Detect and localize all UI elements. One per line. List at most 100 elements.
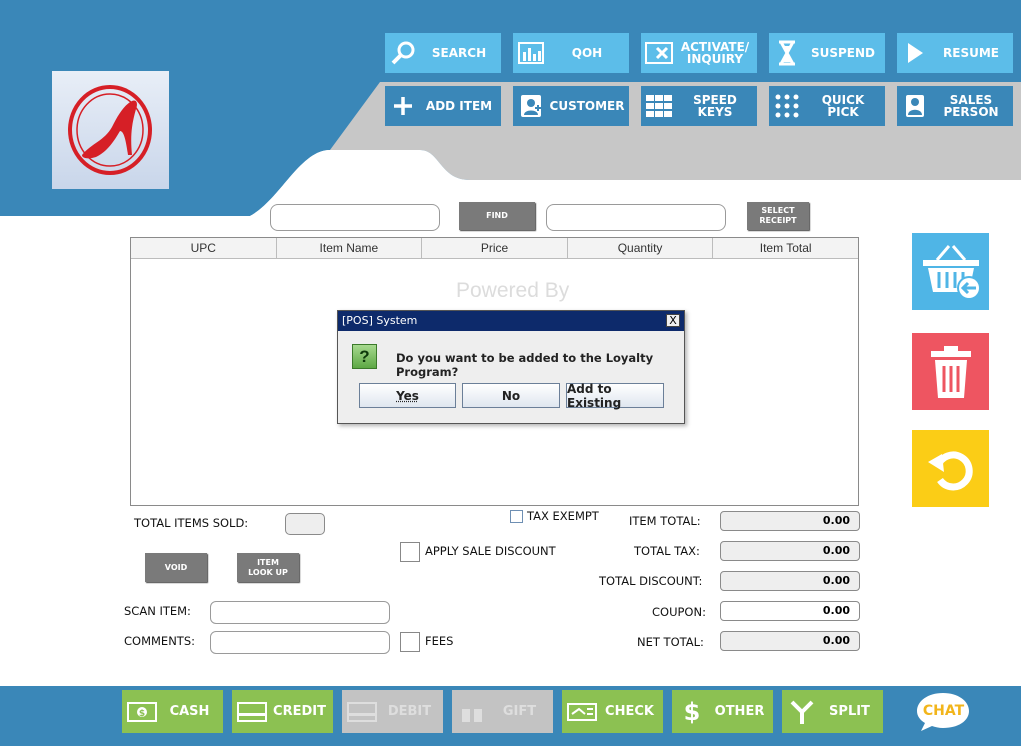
suspend-label: SUSPEND: [810, 46, 876, 60]
plus-icon: [385, 86, 421, 126]
check-button[interactable]: CHECK: [562, 690, 663, 733]
item-lookup-button[interactable]: ITEM LOOK UP: [237, 553, 299, 582]
sales-person-button[interactable]: SALES PERSON: [897, 86, 1013, 126]
cash-label: CASH: [169, 704, 210, 719]
yes-button[interactable]: Yes: [359, 383, 456, 408]
speed-keys-button[interactable]: SPEED KEYS: [641, 86, 757, 126]
resume-label: RESUME: [943, 46, 999, 60]
comments-label: COMMENTS:: [124, 634, 195, 648]
total-discount-label: TOTAL DISCOUNT:: [599, 574, 703, 588]
quick-pick-label: QUICK PICK: [821, 93, 865, 119]
tax-exempt-label: TAX EXEMPT: [527, 509, 599, 523]
gift-label: GIFT: [502, 704, 537, 719]
coupon-value[interactable]: 0.00: [720, 601, 860, 621]
column-item-total[interactable]: Item Total: [713, 238, 858, 258]
card-x-icon: [641, 33, 677, 73]
delete-button[interactable]: [912, 333, 989, 410]
dots-grid-icon: [769, 86, 805, 126]
sales-person-label: SALES PERSON: [943, 93, 999, 119]
table-header: UPC Item Name Price Quantity Item Total: [131, 238, 858, 259]
quick-pick-button[interactable]: QUICK PICK: [769, 86, 885, 126]
suspend-button[interactable]: SUSPEND: [769, 33, 885, 73]
column-quantity[interactable]: Quantity: [568, 238, 714, 258]
play-icon: [897, 33, 933, 73]
other-label: OTHER: [714, 704, 765, 719]
add-to-existing-button[interactable]: Add to Existing: [566, 382, 664, 410]
high-heel-logo-icon: [68, 85, 152, 175]
fees-checkbox[interactable]: [400, 632, 420, 652]
loyalty-dialog: [POS] System X ? Do you want to be added…: [337, 310, 685, 424]
undo-icon: [927, 450, 973, 490]
credit-button[interactable]: CREDIT: [232, 690, 333, 733]
net-total-label: NET TOTAL:: [637, 635, 704, 649]
dialog-message: Do you want to be added to the Loyalty P…: [396, 351, 654, 379]
qoh-label: QOH: [571, 46, 603, 60]
scan-item-label: SCAN ITEM:: [124, 604, 191, 618]
qoh-button[interactable]: QOH: [513, 33, 629, 73]
scan-item-input[interactable]: [210, 601, 390, 624]
apply-sale-discount-checkbox[interactable]: [400, 542, 420, 562]
column-upc[interactable]: UPC: [131, 238, 277, 258]
split-icon: [782, 699, 822, 725]
void-button[interactable]: VOID: [145, 553, 207, 582]
bar-chart-icon: [513, 33, 549, 73]
debit-card-icon: [342, 701, 382, 722]
find-input-left[interactable]: [270, 204, 440, 231]
store-logo: [52, 71, 169, 189]
chat-button[interactable]: CHAT: [916, 691, 971, 733]
other-button[interactable]: $ OTHER: [672, 690, 773, 733]
cash-button[interactable]: $ CASH: [122, 690, 223, 733]
tax-exempt-checkbox[interactable]: [510, 510, 523, 523]
total-items-sold-label: TOTAL ITEMS SOLD:: [134, 516, 249, 530]
resume-button[interactable]: RESUME: [897, 33, 1013, 73]
undo-button[interactable]: [912, 430, 989, 507]
activate-inquiry-label: ACTIVATE/ INQUIRY: [680, 40, 750, 66]
cash-icon: $: [122, 701, 162, 722]
activate-inquiry-button[interactable]: ACTIVATE/ INQUIRY: [641, 33, 757, 73]
total-items-sold-value: [285, 513, 325, 535]
basket-return-button[interactable]: [912, 233, 989, 310]
yes-label: Yes: [396, 388, 419, 403]
column-item-name[interactable]: Item Name: [277, 238, 423, 258]
debit-label: DEBIT: [387, 704, 432, 719]
add-item-button[interactable]: ADD ITEM: [385, 86, 501, 126]
customer-button[interactable]: CUSTOMER: [513, 86, 629, 126]
add-item-label: ADD ITEM: [425, 99, 493, 113]
split-button[interactable]: SPLIT: [782, 690, 883, 733]
dialog-title-bar: [POS] System X: [338, 311, 684, 331]
select-receipt-button[interactable]: SELECT RECEIPT: [747, 202, 809, 230]
customer-icon: [513, 86, 549, 126]
check-label: CHECK: [605, 704, 654, 719]
dialog-title: [POS] System: [342, 314, 418, 327]
column-price[interactable]: Price: [422, 238, 568, 258]
coupon-label: COUPON:: [652, 605, 706, 619]
basket-return-icon: [922, 244, 981, 300]
no-button[interactable]: No: [462, 383, 560, 408]
search-label: SEARCH: [431, 46, 487, 60]
keypad-icon: [641, 86, 677, 126]
close-icon[interactable]: X: [666, 314, 680, 327]
find-input-right[interactable]: [546, 204, 726, 231]
question-icon: ?: [352, 344, 377, 369]
split-label: SPLIT: [829, 704, 870, 719]
total-tax-label: TOTAL TAX:: [634, 544, 700, 558]
comments-input[interactable]: [210, 631, 390, 654]
svg-text:$: $: [684, 698, 701, 726]
net-total-value: 0.00: [720, 631, 860, 651]
check-icon: [562, 702, 602, 722]
hourglass-icon: [769, 33, 805, 73]
fees-label: FEES: [425, 634, 454, 648]
credit-label: CREDIT: [273, 704, 326, 719]
item-total-value: 0.00: [720, 511, 860, 531]
search-button[interactable]: SEARCH: [385, 33, 501, 73]
powered-by-watermark: Powered By: [456, 279, 570, 302]
magnifier-icon: [385, 33, 421, 73]
dollar-icon: $: [672, 698, 712, 726]
find-button[interactable]: FIND: [459, 202, 535, 230]
credit-card-icon: [232, 701, 272, 722]
debit-button: DEBIT: [342, 690, 443, 733]
trash-icon: [930, 345, 971, 398]
gift-icon: [452, 701, 492, 723]
gift-button: GIFT: [452, 690, 553, 733]
person-icon: [897, 86, 933, 126]
